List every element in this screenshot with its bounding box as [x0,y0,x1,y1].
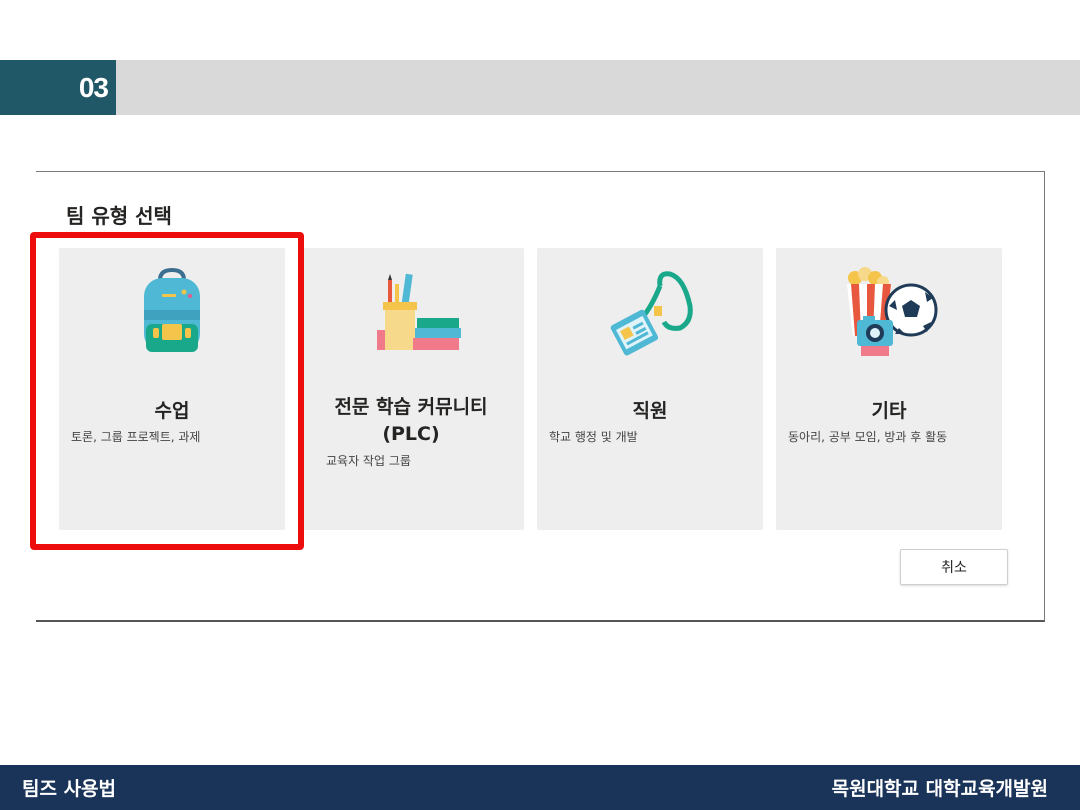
card-title-line: (PLC) [382,423,440,445]
team-type-card-other[interactable]: 기타 동아리, 공부 모임, 방과 후 활동 [776,248,1002,530]
card-description: 학교 행정 및 개발 [549,430,638,444]
popcorn-camera-ball-icon [776,266,1002,366]
dialog-title: 팀 유형 선택 [66,204,172,228]
team-type-card-plc[interactable]: 전문 학습 커뮤니티 (PLC) 교육자 작업 그룹 [298,248,524,530]
id-badge-lanyard-icon [537,266,763,366]
pencil-cup-books-icon [298,266,524,366]
card-title-line: 전문 학습 커뮤니티 [334,396,488,418]
footer-bar: 팀즈 사용법 목원대학교 대학교육개발원 [0,765,1080,810]
team-type-card-staff[interactable]: 직원 학교 행정 및 개발 [537,248,763,530]
section-header-bar: 03 [0,60,1080,115]
card-title: 전문 학습 커뮤니티 (PLC) [298,394,524,448]
card-title: 기타 [871,400,907,422]
footer-org: 목원대학교 대학교육개발원 [831,778,1048,800]
card-description: 동아리, 공부 모임, 방과 후 활동 [788,430,948,444]
highlight-box [30,232,304,550]
section-number: 03 [0,60,116,115]
card-title: 직원 [632,400,668,422]
cancel-button[interactable]: 취소 [900,549,1008,585]
footer-title: 팀즈 사용법 [22,778,117,800]
card-description: 교육자 작업 그룹 [326,454,411,468]
